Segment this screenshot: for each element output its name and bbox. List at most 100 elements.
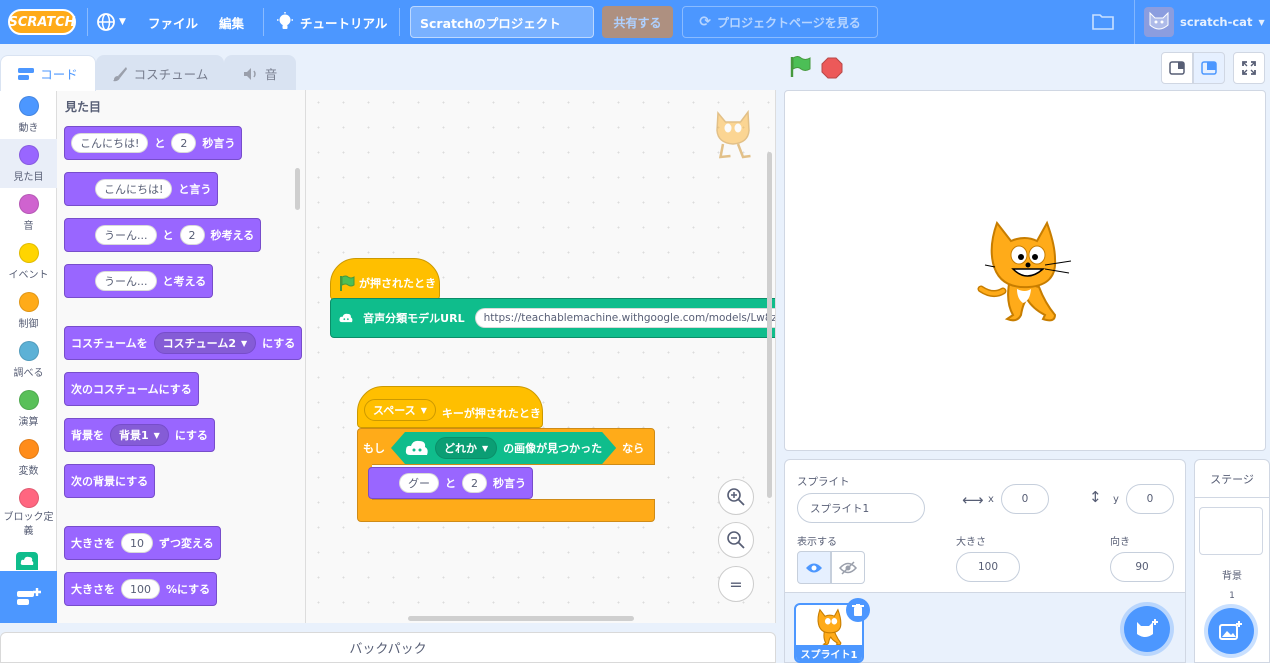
block-say[interactable]: こんにちは! と言う — [64, 172, 219, 206]
delete-sprite-button[interactable] — [846, 598, 870, 622]
category-color-dot — [18, 390, 39, 410]
sound-classifier-url-block[interactable]: 音声分類モデルURL https://teachablemachine.with… — [330, 298, 775, 338]
label-dropdown[interactable]: どれか ▼ — [435, 437, 497, 459]
model-url-input[interactable]: https://teachablemachine.withgoogle.com/… — [474, 308, 775, 328]
avatar[interactable] — [1144, 7, 1174, 37]
zoom-out-button[interactable] — [718, 522, 754, 558]
see-project-page-button[interactable]: ⟳ プロジェクトページを見る — [682, 6, 878, 38]
block-next-costume[interactable]: 次のコスチュームにする — [64, 372, 199, 406]
account-menu[interactable]: scratch-cat ▼ — [1180, 0, 1265, 44]
category-control[interactable]: 制御 — [0, 286, 57, 335]
add-backdrop-button[interactable] — [1208, 608, 1254, 654]
project-title-input[interactable]: Scratchのプロジェクト — [410, 6, 594, 38]
block-input[interactable]: こんにちは! — [71, 133, 149, 153]
green-flag-icon[interactable] — [789, 56, 811, 78]
zoom-reset-button[interactable]: = — [718, 566, 754, 602]
tab-code-label: コード — [40, 67, 78, 82]
block-input[interactable]: 100 — [121, 579, 160, 599]
block-input[interactable]: うーん... — [95, 225, 157, 245]
stage-canvas[interactable] — [784, 90, 1266, 451]
folder-icon[interactable] — [1092, 12, 1114, 30]
block-text: と考える — [162, 275, 207, 288]
backpack[interactable]: バックパック — [0, 632, 776, 663]
share-button[interactable]: 共有する — [602, 6, 673, 38]
category-sensing[interactable]: 調べる — [0, 335, 57, 384]
add-sprite-button[interactable] — [1124, 606, 1170, 652]
block-change-size[interactable]: 大きさを 10 ずつ変える — [64, 526, 221, 560]
key-dropdown[interactable]: スペース ▼ — [364, 399, 436, 421]
block-input[interactable]: グー — [399, 473, 439, 493]
green-flag-icon — [340, 275, 355, 291]
block-text: なら — [622, 442, 645, 455]
language-menu[interactable]: ▼ — [96, 0, 126, 44]
category-label: 制御 — [18, 319, 39, 330]
costume-dropdown[interactable]: コスチューム2 ▼ — [153, 332, 257, 354]
direction-input[interactable]: 90 — [1110, 552, 1174, 582]
size-input[interactable]: 100 — [956, 552, 1020, 582]
file-menu[interactable]: ファイル — [148, 0, 198, 44]
block-input[interactable]: 2 — [462, 473, 487, 493]
menu-divider — [87, 8, 88, 36]
category-my-blocks[interactable]: ブロック定義 — [0, 482, 57, 544]
add-extension-button[interactable] — [0, 571, 57, 623]
y-input[interactable]: 0 — [1126, 484, 1174, 514]
block-input[interactable]: 2 — [179, 225, 205, 245]
when-key-pressed-block[interactable]: スペース ▼ キーが押されたとき — [357, 386, 543, 428]
when-flag-clicked-block[interactable]: が押されたとき — [330, 258, 440, 300]
block-palette: 見た目 こんにちは! と 2 秒言う こんにちは! と言う うーん... と 2 秒考える う… — [57, 90, 306, 623]
cat-sprite[interactable] — [975, 219, 1075, 323]
x-input[interactable]: 0 — [1001, 484, 1049, 514]
category-operators[interactable]: 演算 — [0, 384, 57, 433]
block-say-for-secs[interactable]: こんにちは! と 2 秒言う — [64, 126, 243, 160]
image-found-block[interactable]: どれか ▼ の画像が見つかった — [391, 432, 616, 464]
block-input[interactable]: 2 — [171, 133, 197, 153]
stop-icon[interactable] — [821, 57, 843, 79]
block-input[interactable]: 10 — [121, 533, 153, 553]
block-switch-backdrop[interactable]: 背景を 背景1 ▼ にする — [64, 418, 215, 452]
block-think[interactable]: うーん... と考える — [64, 264, 214, 298]
script-vertical-scrollbar[interactable] — [767, 152, 772, 498]
cat-sprite-thumbnail — [817, 608, 842, 646]
large-stage-button[interactable] — [1193, 52, 1225, 84]
palette-scrollbar[interactable] — [295, 168, 300, 210]
category-variables[interactable]: 変数 — [0, 433, 57, 482]
block-text: コスチュームを — [71, 337, 148, 350]
category-ml-extension[interactable] — [16, 552, 38, 570]
scratch-logo[interactable]: SCRATCH — [8, 9, 76, 35]
category-label: 音 — [23, 221, 34, 232]
block-think-for-secs[interactable]: うーん... と 2 秒考える — [64, 218, 262, 252]
dropdown-value: 背景1 — [119, 429, 149, 442]
block-next-backdrop[interactable]: 次の背景にする — [64, 464, 156, 498]
tab-costumes[interactable]: コスチューム — [96, 55, 224, 91]
backdrop-thumbnail[interactable] — [1199, 507, 1263, 555]
block-switch-costume[interactable]: コスチュームを コスチューム2 ▼ にする — [64, 326, 303, 360]
block-text: 秒考える — [210, 229, 255, 242]
hide-sprite-button[interactable] — [831, 551, 865, 584]
category-label: ブロック定義 — [3, 512, 54, 537]
category-motion[interactable]: 動き — [0, 90, 57, 139]
script-horizontal-scrollbar[interactable] — [408, 616, 634, 621]
block-input[interactable]: うーん... — [95, 271, 157, 291]
block-input[interactable]: こんにちは! — [95, 179, 173, 199]
backdrop-dropdown[interactable]: 背景1 ▼ — [110, 424, 169, 446]
tutorial-label: チュートリアル — [300, 15, 388, 31]
cat-plus-icon — [1137, 619, 1158, 637]
tutorial-menu[interactable]: チュートリアル — [276, 0, 387, 44]
fullscreen-button[interactable] — [1233, 52, 1265, 84]
block-say-for-secs[interactable]: グーと 2 秒言う — [368, 467, 533, 499]
category-sound[interactable]: 音 — [0, 188, 57, 237]
block-text: と — [445, 477, 456, 490]
block-set-size[interactable]: 大きさを 100 %にする — [64, 572, 218, 606]
tab-sounds[interactable]: 音 — [224, 55, 296, 91]
category-events[interactable]: イベント — [0, 237, 57, 286]
sprite-name-input[interactable]: スプライト1 — [797, 493, 925, 523]
small-stage-button[interactable] — [1161, 52, 1193, 84]
edit-menu[interactable]: 編集 — [219, 0, 244, 44]
tab-code[interactable]: コード — [0, 55, 96, 91]
zoom-in-button[interactable] — [718, 479, 754, 515]
show-sprite-button[interactable] — [797, 551, 831, 584]
tab-sounds-label: 音 — [264, 67, 278, 82]
direction-label: 向き — [1110, 537, 1130, 548]
script-area[interactable]: が押されたとき 音声分類モデルURL https://teachablemach… — [306, 90, 776, 623]
category-looks[interactable]: 見た目 — [0, 139, 57, 188]
